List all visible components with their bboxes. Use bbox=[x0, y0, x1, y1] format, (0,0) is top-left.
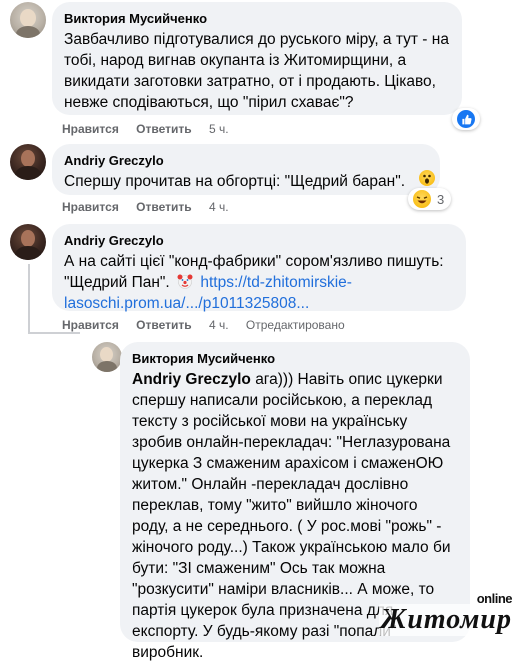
avatar[interactable] bbox=[10, 2, 46, 38]
reaction-badge[interactable]: 3 bbox=[408, 188, 452, 210]
like-link[interactable]: Нравится bbox=[62, 318, 119, 332]
comment-text: Завбачливо підготувалися до руського мір… bbox=[64, 31, 449, 111]
comment-bubble: Andriy Greczylo Спершу прочитав на обгор… bbox=[52, 144, 440, 195]
like-reaction-icon bbox=[455, 108, 477, 130]
timestamp[interactable]: 4 ч. bbox=[209, 200, 229, 214]
haha-reaction-icon bbox=[411, 188, 433, 210]
comment-actions: Нравится Ответить 4 ч. Отредактировано bbox=[62, 318, 359, 332]
thread-line bbox=[28, 332, 80, 334]
reply-link[interactable]: Ответить bbox=[136, 122, 191, 136]
comment-author[interactable]: Andriy Greczylo bbox=[64, 152, 428, 169]
comment-author[interactable]: Виктория Мусийченко bbox=[132, 350, 458, 367]
reply-link[interactable]: Ответить bbox=[136, 200, 191, 214]
timestamp[interactable]: 5 ч. bbox=[209, 122, 229, 136]
like-link[interactable]: Нравится bbox=[62, 122, 119, 136]
avatar[interactable] bbox=[10, 224, 46, 260]
clown-emoji-icon bbox=[177, 273, 193, 289]
comment-text: Спершу прочитав на обгортці: "Щедрий бар… bbox=[64, 173, 406, 190]
comment-text: А на сайті цієї "конд-фабрики" сором'язл… bbox=[64, 251, 454, 314]
comment-bubble: Виктория Мусийченко Andriy Greczylo ага)… bbox=[120, 342, 470, 661]
like-link[interactable]: Нравится bbox=[62, 200, 119, 214]
watermark-logo: Житомир bbox=[380, 604, 512, 635]
comment-bubble: Andriy Greczylo А на сайті цієї "конд-фа… bbox=[52, 224, 466, 314]
reaction-count: 3 bbox=[437, 191, 445, 207]
mention-link[interactable]: Andriy Greczylo bbox=[132, 371, 251, 388]
comment-actions: Нравится Ответить 5 ч. bbox=[62, 122, 243, 136]
watermark-online: online bbox=[476, 591, 513, 606]
comment-author[interactable]: Виктория Мусийченко bbox=[64, 10, 450, 27]
avatar[interactable] bbox=[10, 144, 46, 180]
timestamp[interactable]: 4 ч. bbox=[209, 318, 229, 332]
site-watermark: Житомир bbox=[378, 604, 514, 636]
comment-author[interactable]: Andriy Greczylo bbox=[64, 232, 454, 249]
avatar[interactable] bbox=[92, 342, 122, 372]
reaction-badge[interactable] bbox=[452, 108, 480, 130]
edited-label[interactable]: Отредактировано bbox=[246, 318, 345, 332]
comment-bubble: Виктория Мусийченко Завбачливо підготува… bbox=[52, 2, 462, 115]
wow-reaction-icon bbox=[419, 170, 435, 186]
reply-link[interactable]: Ответить bbox=[136, 318, 191, 332]
comment-actions: Нравится Ответить 4 ч. bbox=[62, 200, 243, 214]
thread-line bbox=[28, 264, 30, 334]
